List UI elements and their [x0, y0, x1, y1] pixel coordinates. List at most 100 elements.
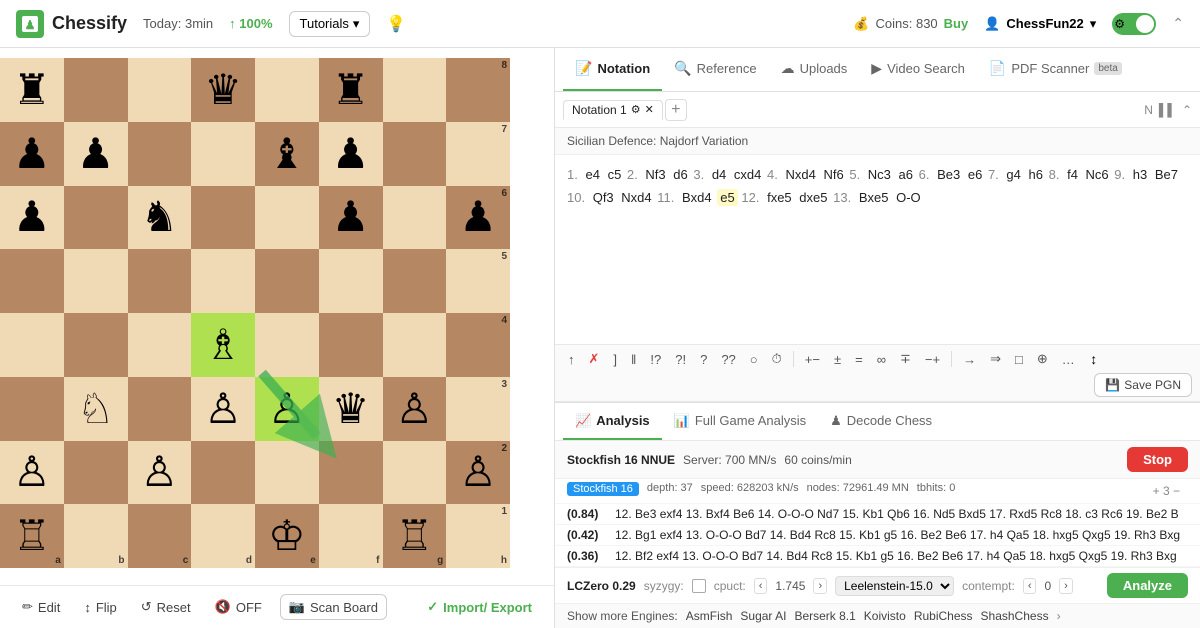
- square-d4[interactable]: ♗: [191, 313, 255, 377]
- engine-rubichess[interactable]: RubiChess: [914, 609, 973, 623]
- reset-button[interactable]: ↺ Reset: [135, 595, 197, 619]
- square-d1[interactable]: d: [191, 504, 255, 568]
- engine-koivisto[interactable]: Koivisto: [864, 609, 906, 623]
- contempt-increase[interactable]: ›: [1059, 578, 1073, 594]
- move-bxd4[interactable]: Bxd4: [680, 189, 714, 206]
- square-b6[interactable]: [64, 186, 128, 250]
- engine-asmfish[interactable]: AsmFish: [686, 609, 733, 623]
- sound-button[interactable]: 🔇 OFF: [209, 595, 268, 619]
- square-e2[interactable]: [255, 441, 319, 505]
- move-cxd4[interactable]: cxd4: [732, 166, 763, 183]
- ann-unclear[interactable]: ∞: [872, 350, 891, 369]
- square-b4[interactable]: [64, 313, 128, 377]
- square-a4[interactable]: [0, 313, 64, 377]
- engine-line-3[interactable]: (0.36) 12. Bf2 exf4 13. O-O-O Bd7 14. Bd…: [555, 546, 1200, 567]
- plus-minus-control[interactable]: + 3 −: [1145, 482, 1188, 500]
- engine-line-2[interactable]: (0.42) 12. Bg1 exf4 13. O-O-O Bd7 14. Bd…: [555, 525, 1200, 546]
- move-nf3[interactable]: Nf3: [643, 166, 667, 183]
- square-a1[interactable]: ♖a: [0, 504, 64, 568]
- move-d6[interactable]: d6: [671, 166, 689, 183]
- square-d7[interactable]: [191, 122, 255, 186]
- ann-circle[interactable]: ○: [745, 350, 763, 369]
- cpuct-increase[interactable]: ›: [813, 578, 827, 594]
- ann-pause[interactable]: ‖: [626, 350, 641, 369]
- move-h3[interactable]: h3: [1131, 166, 1149, 183]
- tab-video-search[interactable]: ▶ Video Search: [859, 48, 977, 91]
- ann-advantage[interactable]: ±: [829, 350, 846, 369]
- square-a6[interactable]: ♟: [0, 186, 64, 250]
- move-e4[interactable]: e4: [583, 166, 601, 183]
- tab-decode-chess[interactable]: ♟ Decode Chess: [818, 403, 944, 440]
- ann-mistake[interactable]: ?: [695, 350, 712, 369]
- square-e5[interactable]: [255, 249, 319, 313]
- stop-button[interactable]: Stop: [1127, 447, 1188, 472]
- move-dxe5[interactable]: dxe5: [797, 189, 829, 206]
- square-h4[interactable]: 4: [446, 313, 510, 377]
- move-e6[interactable]: e6: [966, 166, 984, 183]
- square-e1[interactable]: ♔e: [255, 504, 319, 568]
- theme-toggle[interactable]: ⚙: [1112, 13, 1156, 35]
- move-bxe5[interactable]: Bxe5: [857, 189, 891, 206]
- import-export-button[interactable]: ✓ Import/ Export: [421, 595, 538, 619]
- square-e6[interactable]: [255, 186, 319, 250]
- tab-analysis[interactable]: 📈 Analysis: [563, 403, 662, 440]
- tutorials-button[interactable]: Tutorials ▾: [289, 11, 371, 37]
- resize-icon[interactable]: ↕: [1084, 351, 1104, 367]
- square-c2[interactable]: ♙: [128, 441, 192, 505]
- square-d5[interactable]: [191, 249, 255, 313]
- ann-cross[interactable]: ✗: [584, 349, 605, 369]
- ann-initiative[interactable]: ⇒: [985, 349, 1006, 369]
- engine-selector[interactable]: Leelenstein-15.0: [835, 576, 954, 596]
- ann-clock[interactable]: ⏱: [767, 349, 787, 369]
- contempt-decrease[interactable]: ‹: [1023, 578, 1037, 594]
- square-b3[interactable]: ♘: [64, 377, 128, 441]
- user-area[interactable]: 👤 ChessFun22 ▾: [984, 16, 1096, 32]
- square-b5[interactable]: [64, 249, 128, 313]
- square-f5[interactable]: [319, 249, 383, 313]
- move-fxe5[interactable]: fxe5: [765, 189, 794, 206]
- buy-button[interactable]: Buy: [944, 16, 969, 31]
- move-nxd4[interactable]: Nxd4: [783, 166, 817, 183]
- square-d8[interactable]: ♛: [191, 58, 255, 122]
- flip-button[interactable]: ↕ Flip: [78, 596, 122, 619]
- syzygy-checkbox[interactable]: [692, 579, 706, 593]
- square-g5[interactable]: [383, 249, 447, 313]
- square-f2[interactable]: [319, 441, 383, 505]
- ann-blunder[interactable]: ??: [716, 350, 740, 369]
- ann-blackadv[interactable]: ∓: [895, 349, 916, 369]
- square-a5[interactable]: [0, 249, 64, 313]
- save-pgn-button[interactable]: 💾 Save PGN: [1094, 373, 1192, 397]
- ann-dubiousmove[interactable]: ?!: [670, 350, 691, 369]
- square-h7[interactable]: 7: [446, 122, 510, 186]
- move-f4[interactable]: f4: [1065, 166, 1080, 183]
- add-notation-tab-button[interactable]: +: [665, 99, 687, 121]
- square-e8[interactable]: [255, 58, 319, 122]
- square-h1[interactable]: 1h: [446, 504, 510, 568]
- ann-only-move[interactable]: □: [1010, 350, 1028, 369]
- move-oo[interactable]: O-O: [894, 189, 923, 206]
- scan-board-button[interactable]: 📷 Scan Board: [280, 594, 387, 620]
- square-h3[interactable]: 3: [446, 377, 510, 441]
- square-h2[interactable]: ♙2: [446, 441, 510, 505]
- ann-zugzwang[interactable]: ⊕: [1032, 349, 1053, 369]
- square-f7[interactable]: ♟: [319, 122, 383, 186]
- ann-equal[interactable]: =: [850, 350, 868, 369]
- square-h5[interactable]: 5: [446, 249, 510, 313]
- square-c5[interactable]: [128, 249, 192, 313]
- tab-full-game[interactable]: 📊 Full Game Analysis: [662, 403, 818, 440]
- square-g2[interactable]: [383, 441, 447, 505]
- square-e7[interactable]: ♝: [255, 122, 319, 186]
- square-f6[interactable]: ♟: [319, 186, 383, 250]
- notation-settings-icon[interactable]: ⚙: [631, 103, 641, 116]
- square-g1[interactable]: ♖g: [383, 504, 447, 568]
- square-c3[interactable]: [128, 377, 192, 441]
- square-a7[interactable]: ♟: [0, 122, 64, 186]
- square-b2[interactable]: [64, 441, 128, 505]
- move-nc6[interactable]: Nc6: [1084, 166, 1111, 183]
- square-a3[interactable]: [0, 377, 64, 441]
- syzygy-checkbox-area[interactable]: [692, 579, 706, 593]
- move-be3[interactable]: Be3: [935, 166, 962, 183]
- square-e4[interactable]: [255, 313, 319, 377]
- engine-shashchess[interactable]: ShashChess: [981, 609, 1049, 623]
- collapse-icon[interactable]: ⌃: [1172, 15, 1184, 32]
